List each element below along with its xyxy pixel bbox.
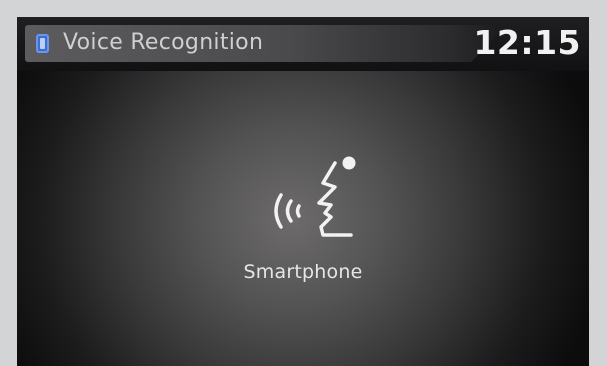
display-bezel: Voice Recognition 12:15 Smartphone <box>0 0 607 366</box>
clock: 12:15 <box>473 23 581 62</box>
voice-mode-label: Smartphone <box>243 261 363 283</box>
status-bar: Voice Recognition 12:15 <box>17 17 589 71</box>
voice-recognition-icon <box>274 156 356 237</box>
screen-title: Voice Recognition <box>63 30 264 55</box>
voice-recognition-screen: Voice Recognition 12:15 Smartphone <box>17 17 589 366</box>
bluetooth-phone-icon <box>36 34 49 53</box>
